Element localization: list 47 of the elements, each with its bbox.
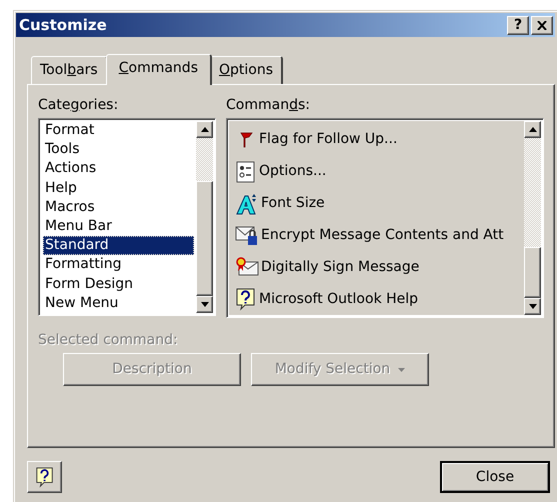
- scroll-up-button[interactable]: [524, 121, 541, 138]
- category-item[interactable]: Help: [43, 178, 194, 198]
- category-item[interactable]: Form Design: [43, 274, 194, 294]
- categories-list[interactable]: Format Tools Actions Help Macros Menu Bar Standard Formatting Form Design New Menu: [38, 118, 216, 316]
- command-item[interactable]: Digitally Sign Message: [235, 251, 524, 284]
- scroll-down-button[interactable]: [524, 298, 541, 315]
- commands-label: Commands:: [226, 96, 311, 115]
- help-icon: [34, 466, 54, 488]
- window-title: Customize: [19, 14, 108, 36]
- category-item[interactable]: Macros: [43, 198, 194, 218]
- envelope-ribbon-icon: [235, 256, 259, 278]
- category-item[interactable]: Menu Bar: [43, 217, 194, 236]
- category-item[interactable]: Standard: [43, 236, 194, 256]
- caret-icon: [398, 368, 406, 372]
- scroll-thumb[interactable]: [196, 181, 213, 296]
- envelope-lock-icon: [235, 224, 259, 246]
- down-arrow-icon: [528, 304, 536, 309]
- up-arrow-icon: [200, 127, 208, 132]
- command-item[interactable]: Flag for Follow Up...: [235, 124, 524, 156]
- scroll-up-button[interactable]: [196, 121, 213, 138]
- font-size-icon: [235, 192, 259, 216]
- tab[interactable]: Commands: [106, 54, 212, 85]
- help-button[interactable]: ?: [507, 16, 529, 34]
- close-button[interactable]: [531, 16, 553, 34]
- scroll-thumb[interactable]: [524, 246, 541, 298]
- command-item[interactable]: Microsoft Outlook Help: [235, 283, 524, 315]
- up-arrow-icon: [528, 127, 536, 132]
- command-item[interactable]: Encrypt Message Contents and Att: [235, 219, 524, 252]
- category-item[interactable]: Formatting: [43, 255, 194, 275]
- category-item[interactable]: New Menu: [43, 294, 194, 314]
- options-list-icon: [235, 160, 257, 184]
- help-icon: [235, 287, 257, 312]
- help-button[interactable]: [27, 461, 62, 493]
- close-icon: [537, 20, 547, 30]
- categories-label: Categories:: [38, 96, 120, 115]
- category-item[interactable]: Format: [43, 121, 194, 140]
- close-dialog-button[interactable]: Close: [440, 461, 550, 493]
- category-item[interactable]: Actions: [43, 159, 194, 179]
- category-item[interactable]: Tools: [43, 140, 194, 160]
- command-item[interactable]: Font Size: [235, 188, 524, 220]
- selected-command-label: Selected command:: [38, 331, 179, 350]
- tab[interactable]: Toolbars: [31, 56, 108, 84]
- scroll-down-button[interactable]: [196, 296, 213, 313]
- tab[interactable]: Options: [210, 56, 284, 84]
- down-arrow-icon: [200, 302, 208, 307]
- commands-list[interactable]: Flag for Follow Up... Options... Font Size Encrypt Message Contents and Att Digitally Sign Message Microsoft Outlook Help: [226, 118, 544, 318]
- command-item[interactable]: Options...: [235, 156, 524, 188]
